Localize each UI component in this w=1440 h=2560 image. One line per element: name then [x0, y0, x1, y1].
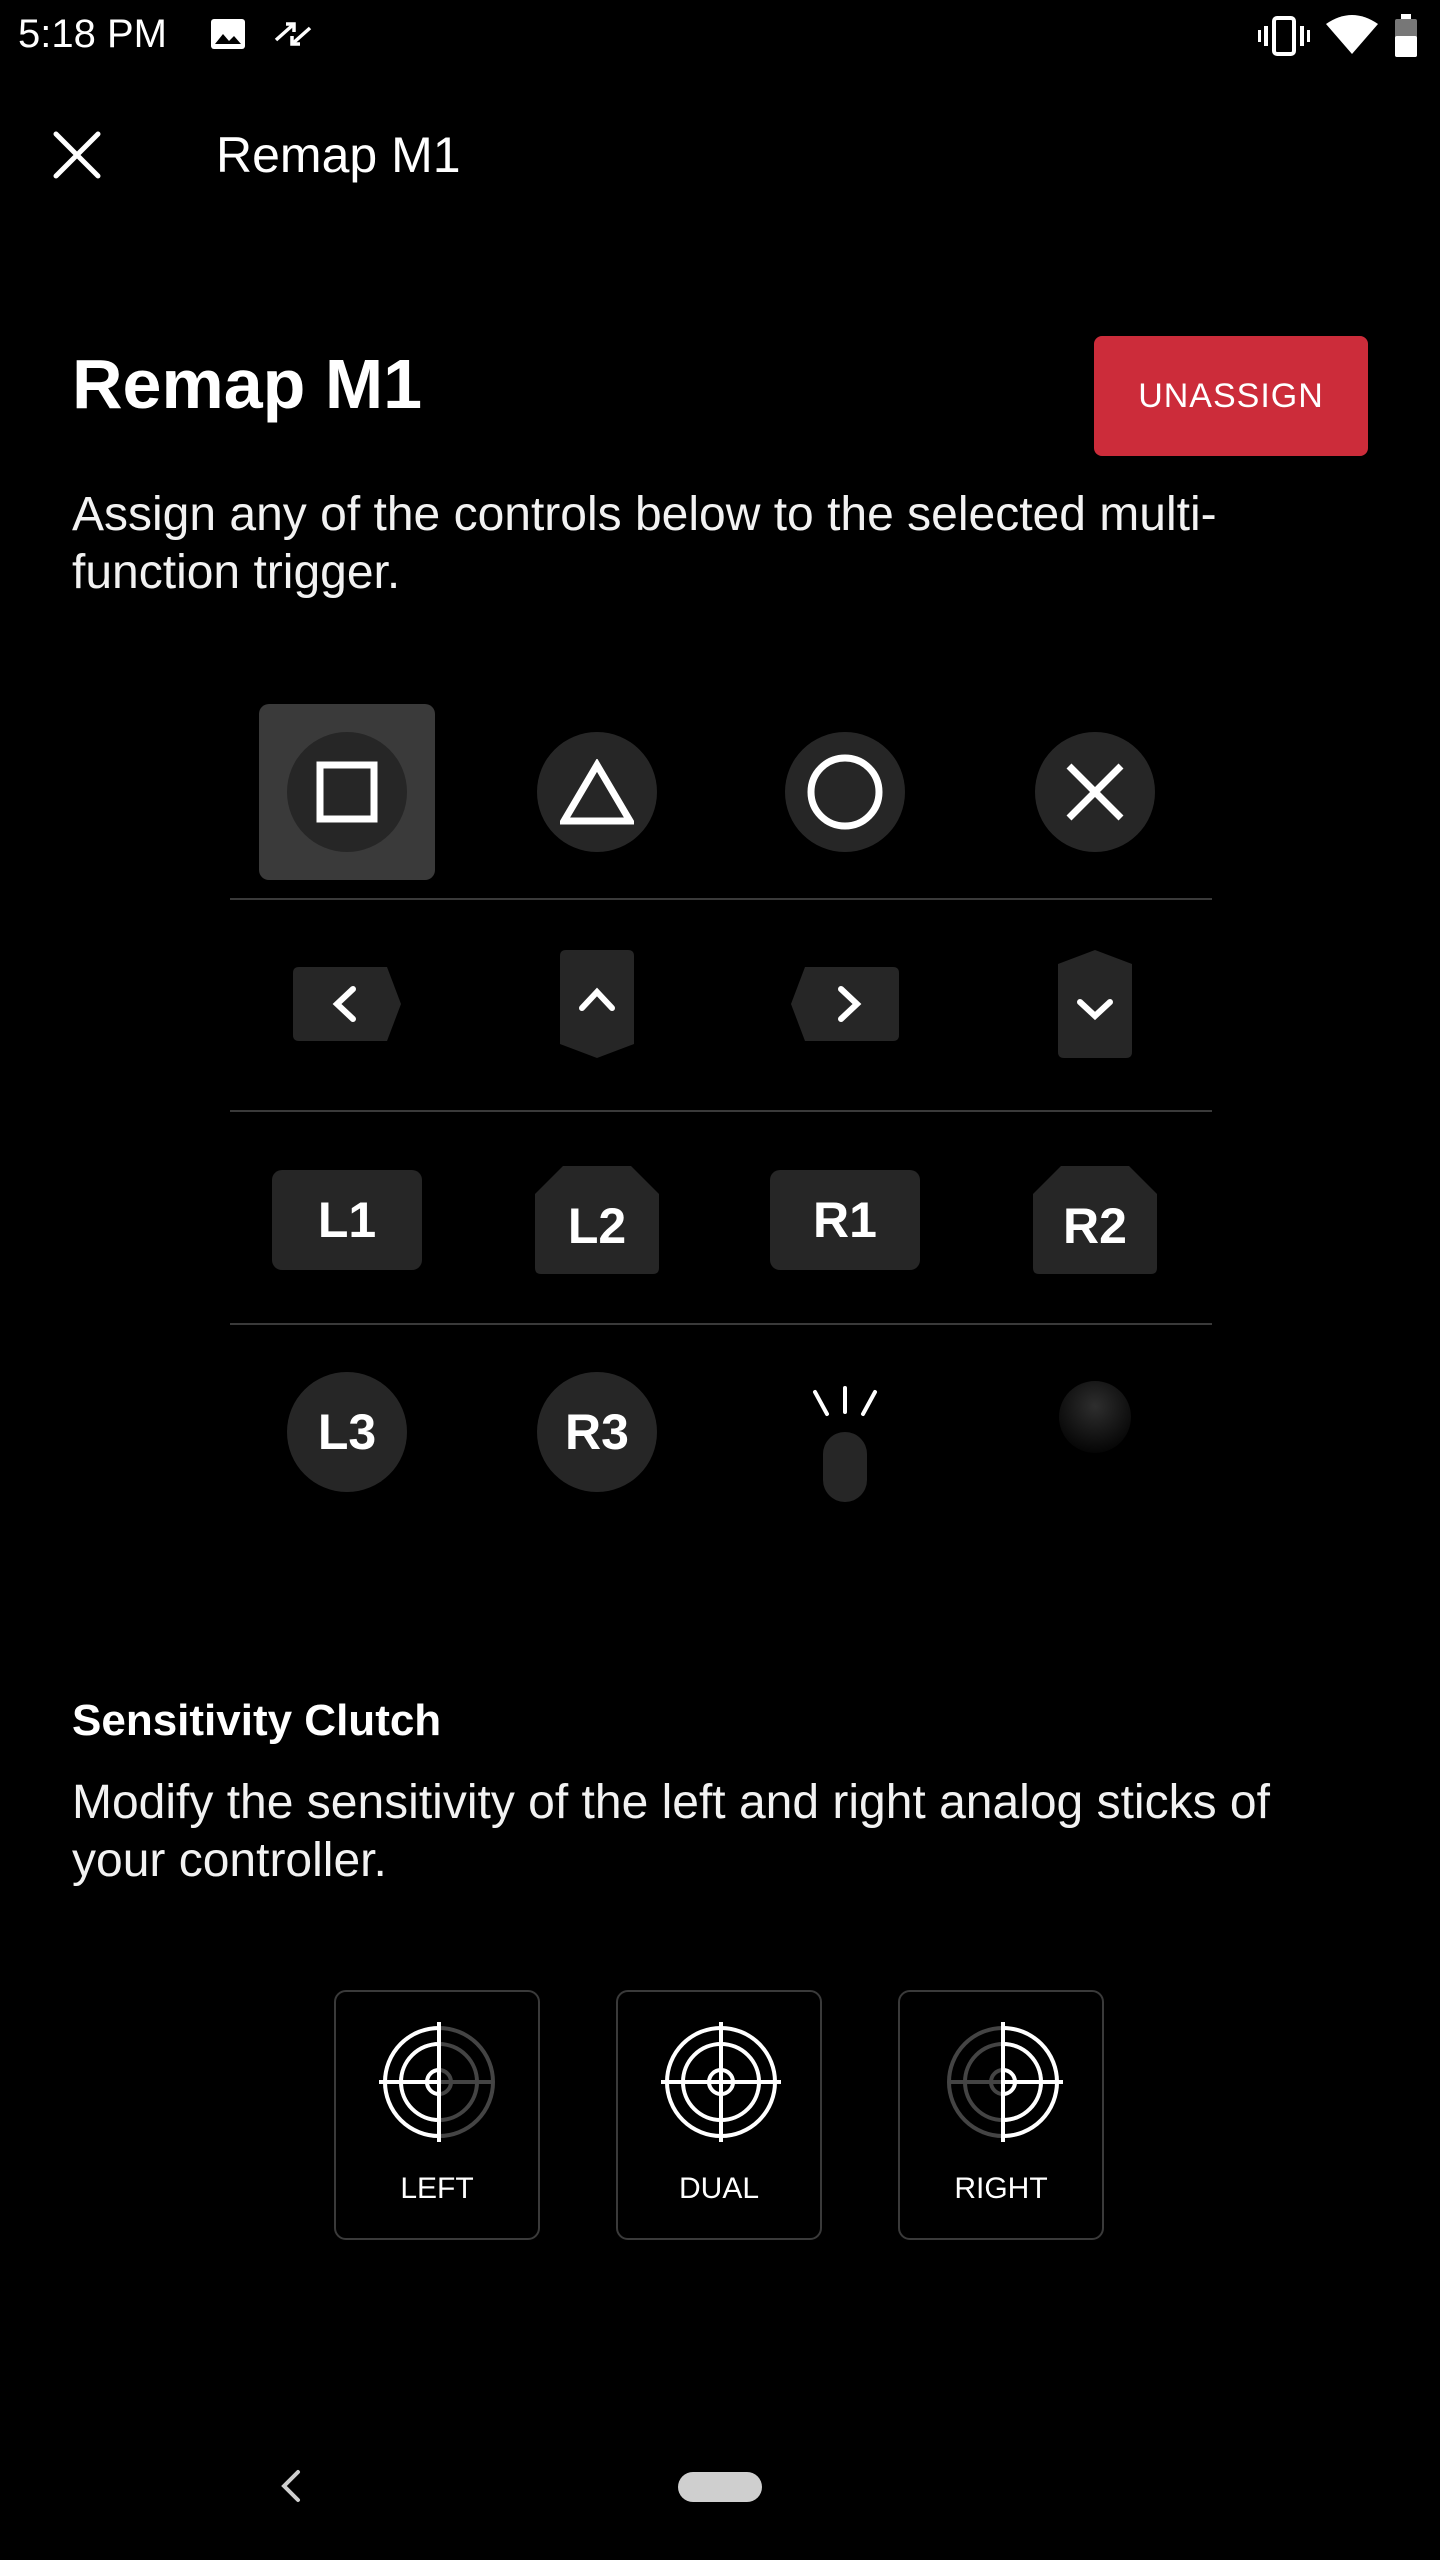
sensitivity-description: Modify the sensitivity of the left and r…	[72, 1776, 1270, 1887]
l2-shape: L2	[533, 1164, 661, 1276]
dpad-right[interactable]	[757, 916, 933, 1092]
control-l3[interactable]: L3	[259, 1344, 435, 1520]
l1-label: L1	[272, 1170, 422, 1270]
dpad-left-icon	[293, 967, 401, 1041]
r2-label: R2	[1063, 1198, 1127, 1254]
divider	[230, 1323, 1212, 1325]
nav-home-pill[interactable]	[678, 2472, 762, 2502]
r2-shape: R2	[1031, 1164, 1159, 1276]
close-icon	[53, 131, 101, 179]
l2-label: L2	[567, 1198, 627, 1254]
control-ball[interactable]	[1007, 1344, 1183, 1520]
control-l1[interactable]: L1	[259, 1132, 435, 1308]
control-r2[interactable]: R2	[1007, 1132, 1183, 1308]
battery-icon	[1394, 14, 1418, 63]
r3-label: R3	[537, 1372, 657, 1492]
control-r3[interactable]: R3	[509, 1344, 685, 1520]
divider	[230, 1110, 1212, 1112]
sensitivity-left-option[interactable]: LEFT	[334, 1990, 540, 2240]
nav-back-button[interactable]	[276, 2466, 306, 2511]
control-triangle[interactable]	[509, 704, 685, 880]
r1-label: R1	[770, 1170, 920, 1270]
unassign-button[interactable]: UNASSIGN	[1094, 336, 1368, 456]
dpad-up[interactable]	[509, 916, 685, 1092]
sensitivity-right-option[interactable]: RIGHT	[898, 1990, 1104, 2240]
page-description: Assign any of the controls below to the …	[72, 488, 1217, 599]
dpad-down-icon	[1058, 950, 1132, 1058]
ball-icon	[1059, 1381, 1131, 1453]
close-button[interactable]	[44, 122, 110, 188]
page-title: Remap M1	[72, 345, 423, 423]
control-cross[interactable]	[1007, 704, 1183, 880]
crosshair-left-icon	[379, 2022, 495, 2142]
cross-icon	[1066, 763, 1124, 821]
control-r1[interactable]: R1	[757, 1132, 933, 1308]
crosshair-right-icon	[947, 2022, 1063, 2142]
sensitivity-title: Sensitivity Clutch	[72, 1696, 442, 1745]
dpad-up-icon	[560, 950, 634, 1058]
square-icon	[316, 761, 378, 823]
l3-label: L3	[287, 1372, 407, 1492]
control-touchpad[interactable]	[757, 1344, 933, 1520]
touchpad-icon	[813, 1386, 877, 1502]
status-bar: 5:18 PM	[0, 0, 1440, 72]
control-square[interactable]	[259, 704, 435, 880]
wifi-icon	[1326, 14, 1378, 61]
control-l2[interactable]: L2	[509, 1132, 685, 1308]
vibrate-icon	[1258, 14, 1310, 63]
divider	[230, 898, 1212, 900]
app-bar-title: Remap M1	[216, 127, 461, 183]
triangle-icon	[560, 759, 634, 825]
sensitivity-dual-label: DUAL	[678, 2172, 760, 2205]
sensitivity-right-label: RIGHT	[954, 2172, 1048, 2205]
circle-icon	[807, 754, 883, 830]
dpad-left[interactable]	[259, 916, 435, 1092]
app-bar: Remap M1	[0, 100, 1440, 220]
sensitivity-left-label: LEFT	[400, 2172, 474, 2205]
sensitivity-dual-option[interactable]: DUAL	[616, 1990, 822, 2240]
back-chevron-icon	[281, 2470, 300, 2502]
control-circle[interactable]	[757, 704, 933, 880]
sync-arrows-icon	[272, 14, 314, 59]
image-icon	[208, 14, 248, 59]
status-time: 5:18 PM	[18, 12, 167, 56]
dpad-down[interactable]	[1007, 916, 1183, 1092]
crosshair-dual-icon	[661, 2022, 781, 2142]
dpad-right-icon	[791, 967, 899, 1041]
